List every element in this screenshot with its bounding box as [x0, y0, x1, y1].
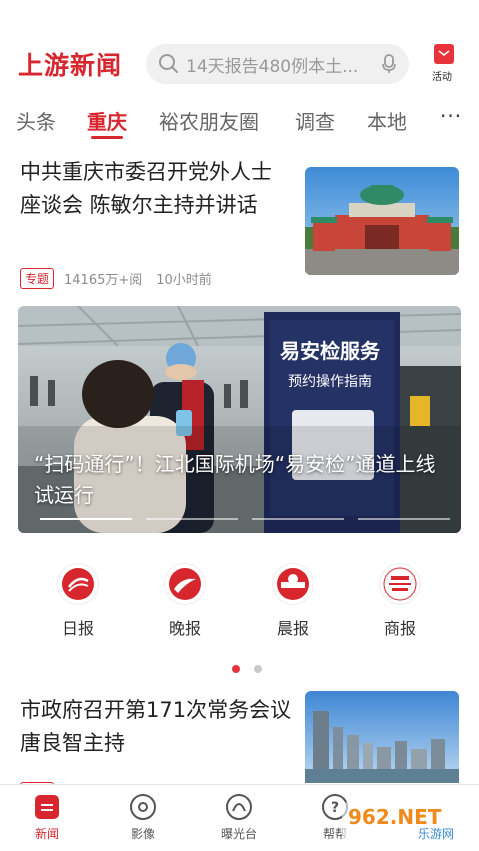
quick-link-daily[interactable]: 日报 [48, 563, 108, 639]
search-placeholder: 14天报告480例本土... [186, 56, 359, 77]
tab-yunong[interactable]: 裕农朋友圈 [159, 106, 259, 135]
view-count: 14165万+阅 [64, 273, 143, 288]
nav-exposure[interactable]: 曝光台 [204, 793, 274, 842]
nav-video[interactable]: 影像 [108, 793, 178, 842]
banner-indicator [146, 518, 238, 520]
news-thumbnail [305, 167, 459, 275]
app-logo[interactable]: 上游新闻 [18, 46, 122, 82]
quick-link-morning[interactable]: 晨报 [263, 563, 323, 639]
nav-label: 曝光台 [220, 827, 257, 841]
news-item[interactable]: 中共重庆市委召开党外人士座谈会 陈敏尔主持并讲话 专题 14165万+阅 10小… [0, 150, 479, 295]
quick-link-label: 晨报 [276, 619, 309, 638]
pager-dot[interactable] [232, 665, 240, 673]
quick-link-label: 日报 [61, 619, 94, 638]
daily-icon [57, 563, 99, 605]
pager-dot[interactable] [254, 665, 262, 673]
nav-label: 影像 [130, 827, 155, 841]
quick-link-evening[interactable]: 晚报 [155, 563, 215, 639]
watermark-subtext: 乐游网 [418, 827, 454, 841]
nav-label: 新闻 [34, 827, 59, 841]
news-title: 市政府召开第171次常务会议 唐良智主持 [20, 698, 292, 755]
tab-diaocha[interactable]: 调查 [295, 106, 335, 135]
quick-link-label: 商报 [383, 619, 416, 638]
banner-indicator [358, 518, 450, 520]
search-icon [159, 54, 178, 73]
publish-time: 10小时前 [156, 273, 212, 288]
business-icon [379, 563, 421, 605]
channel-tabs: 头条 重庆 裕农朋友圈 调查 本地 ··· [0, 100, 479, 140]
banner-indicator [40, 518, 132, 520]
quick-links-pager [232, 665, 262, 673]
banner-indicator [252, 518, 344, 520]
morning-icon [272, 563, 314, 605]
featured-banner[interactable]: 易安检服务 预约操作指南 “扫码通行”！江北国际机场“易安检”通道上线试运行 [18, 306, 461, 533]
search-bar[interactable]: 14天报告480例本土... [146, 44, 409, 84]
nav-news[interactable]: 新闻 [12, 793, 82, 842]
news-icon [35, 795, 59, 819]
news-title: 中共重庆市委召开党外人士座谈会 陈敏尔主持并讲话 [20, 160, 272, 217]
tab-toutiao[interactable]: 头条 [16, 106, 56, 135]
news-item[interactable]: 市政府召开第171次常务会议 唐良智主持 [0, 688, 479, 788]
activity-button[interactable]: 活动 [430, 44, 458, 83]
more-tabs-button[interactable]: ··· [440, 104, 462, 128]
sign-subtitle: 预约操作指南 [288, 374, 372, 390]
svg-text:?: ? [331, 800, 339, 816]
microphone-icon[interactable] [381, 54, 397, 74]
activity-label: 活动 [432, 72, 452, 83]
gift-icon [434, 44, 454, 64]
quick-link-label: 晚报 [168, 619, 201, 638]
exposure-icon [226, 794, 252, 820]
news-thumbnail [305, 691, 459, 783]
banner-indicators [40, 518, 450, 520]
watermark-text: 962.NET [348, 805, 442, 829]
tab-chongqing[interactable]: 重庆 [87, 106, 127, 135]
tab-bendi[interactable]: 本地 [367, 106, 407, 135]
topic-badge: 专题 [20, 268, 55, 289]
quick-link-business[interactable]: 商报 [370, 563, 430, 639]
active-tab-indicator [91, 136, 123, 139]
evening-icon [164, 563, 206, 605]
newspaper-links: 日报 晚报 晨报 商报 [0, 563, 479, 643]
app-header: 上游新闻 14天报告480例本土... 活动 [0, 0, 479, 100]
banner-caption: “扫码通行”！江北国际机场“易安检”通道上线试运行 [34, 452, 436, 507]
news-meta: 专题 14165万+阅 10小时前 [20, 268, 212, 289]
site-watermark: 962.NET 乐游网 [342, 802, 472, 842]
video-icon [130, 794, 156, 820]
sign-title: 易安检服务 [280, 339, 381, 363]
